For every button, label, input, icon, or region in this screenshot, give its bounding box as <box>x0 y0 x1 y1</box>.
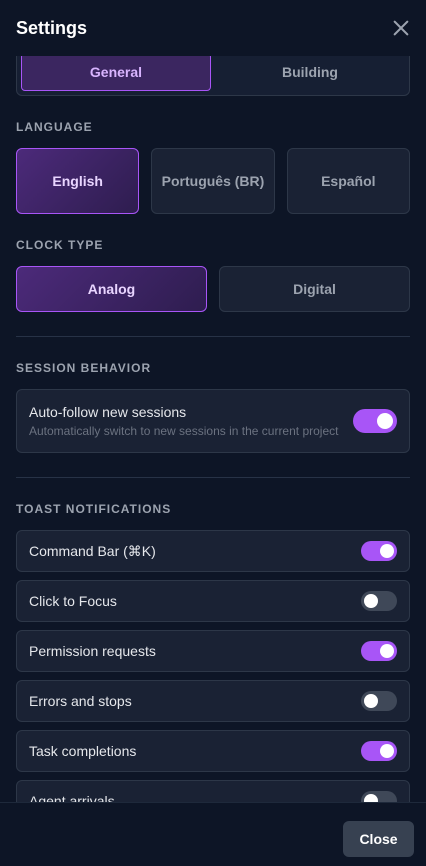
toggle-knob <box>364 794 378 802</box>
close-icon[interactable] <box>392 19 410 37</box>
page-title: Settings <box>16 17 88 38</box>
tab-general[interactable]: General <box>21 56 211 91</box>
toast-item-label: Task completions <box>29 743 137 759</box>
agent-arrivals-toggle[interactable] <box>361 791 397 802</box>
toggle-knob <box>364 694 378 708</box>
settings-tabs: General Building <box>16 56 410 96</box>
settings-footer: Close <box>0 802 426 866</box>
toast-item-label: Agent arrivals <box>29 793 115 802</box>
language-section-label: LANGUAGE <box>16 120 93 134</box>
click-to-focus-toggle[interactable] <box>361 591 397 611</box>
tab-building[interactable]: Building <box>215 56 405 91</box>
toggle-knob <box>380 744 394 758</box>
toggle-knob <box>364 594 378 608</box>
toast-item-permission-requests: Permission requests <box>16 630 410 672</box>
section-divider <box>16 477 410 478</box>
close-button[interactable]: Close <box>343 821 414 857</box>
auto-follow-toggle[interactable] <box>353 409 397 433</box>
toggle-knob <box>380 544 394 558</box>
clock-options: Analog Digital <box>16 266 410 312</box>
section-divider <box>16 336 410 337</box>
auto-follow-description: Automatically switch to new sessions in … <box>29 424 339 438</box>
auto-follow-title: Auto-follow new sessions <box>29 404 187 420</box>
language-option-spanish[interactable]: Español <box>286 148 410 214</box>
errors-and-stops-toggle[interactable] <box>361 691 397 711</box>
toast-item-label: Click to Focus <box>29 593 117 609</box>
toast-item-command-bar: Command Bar (⌘K) <box>16 530 410 572</box>
toast-item-click-to-focus: Click to Focus <box>16 580 410 622</box>
toast-item-label: Permission requests <box>29 643 156 659</box>
clock-option-digital[interactable]: Digital <box>219 266 410 312</box>
toggle-knob <box>377 413 393 429</box>
language-options: English Português (BR) Español <box>16 148 410 214</box>
toast-item-task-completions: Task completions <box>16 730 410 772</box>
command-bar-toggle[interactable] <box>361 541 397 561</box>
session-section-label: SESSION BEHAVIOR <box>16 361 152 375</box>
toggle-knob <box>380 644 394 658</box>
toast-item-label: Errors and stops <box>29 693 132 709</box>
clock-option-analog[interactable]: Analog <box>16 266 207 312</box>
toast-section-label: TOAST NOTIFICATIONS <box>16 502 172 516</box>
task-completions-toggle[interactable] <box>361 741 397 761</box>
toast-item-errors-and-stops: Errors and stops <box>16 680 410 722</box>
settings-scroll-area[interactable]: General Building LANGUAGE English Portug… <box>0 56 426 802</box>
toast-item-agent-arrivals: Agent arrivals <box>16 780 410 802</box>
clock-section-label: CLOCK TYPE <box>16 238 104 252</box>
toast-settings-list: Command Bar (⌘K) Click to Focus Permissi… <box>16 530 410 802</box>
language-option-english[interactable]: English <box>16 148 140 214</box>
settings-header: Settings <box>0 0 426 56</box>
language-option-portuguese[interactable]: Português (BR) <box>151 148 275 214</box>
permission-requests-toggle[interactable] <box>361 641 397 661</box>
toast-item-label: Command Bar (⌘K) <box>29 542 156 559</box>
auto-follow-setting: Auto-follow new sessions Automatically s… <box>16 389 410 453</box>
